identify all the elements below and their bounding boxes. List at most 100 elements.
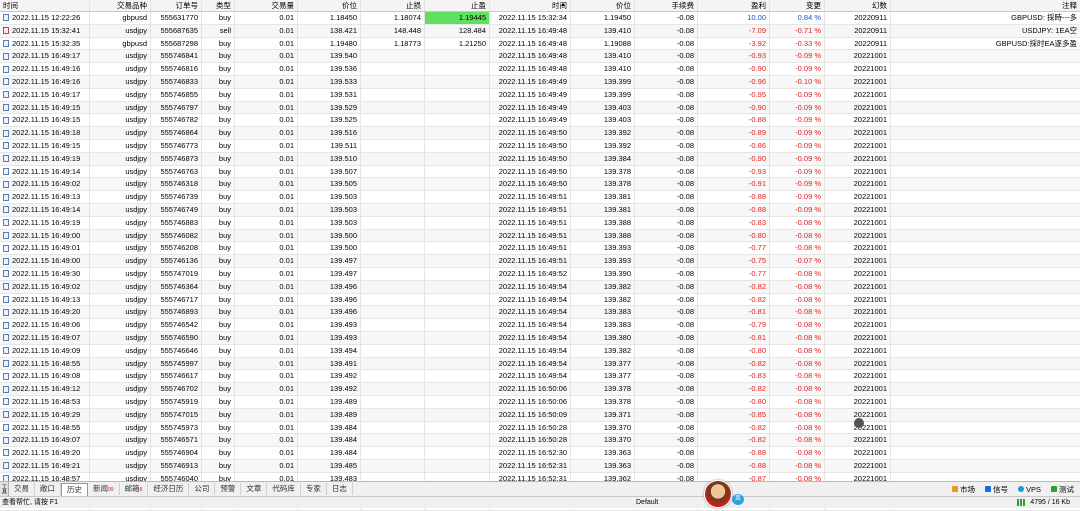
cell-profit: -0.90 bbox=[698, 101, 770, 114]
cell-type: buy bbox=[202, 383, 235, 395]
cell-profit: -3.92 bbox=[698, 37, 770, 50]
table-row[interactable]: 2022.11.15 16:49:12 usdjpy 555746702 buy 0.0… bbox=[0, 383, 1080, 396]
cell-order: 555746739 bbox=[151, 191, 202, 203]
header-sl[interactable]: 止损 bbox=[361, 0, 425, 11]
tab-label: 新闻 bbox=[93, 483, 108, 493]
tab-5[interactable]: 经济日历 bbox=[148, 482, 190, 495]
cell-commission: -0.08 bbox=[635, 75, 698, 88]
table-row[interactable]: 2022.11.15 16:49:18 usdjpy 555746864 buy 0.0… bbox=[0, 127, 1080, 140]
tab-11[interactable]: 日志 bbox=[327, 482, 353, 495]
table-row[interactable]: 2022.11.15 16:48:53 usdjpy 555745919 buy 0.0… bbox=[0, 395, 1080, 409]
header-close-price[interactable]: 价位 bbox=[571, 0, 635, 11]
status-profile[interactable]: Default bbox=[636, 497, 658, 508]
header-commission[interactable]: 手续费 bbox=[635, 0, 698, 11]
cell-comment bbox=[891, 89, 1080, 101]
table-row[interactable]: 2022.11.15 16:49:13 usdjpy 555746717 buy 0.0… bbox=[0, 293, 1080, 307]
cell-commission: -0.08 bbox=[635, 267, 698, 280]
tab-7[interactable]: 预警 bbox=[215, 482, 242, 495]
cell-magic: 20221001 bbox=[825, 370, 891, 383]
cell-comment bbox=[891, 358, 1080, 370]
table-row[interactable]: 2022.11.15 16:49:08 usdjpy 555746617 buy 0.0… bbox=[0, 370, 1080, 384]
cell-close-price: 139.378 bbox=[571, 383, 635, 395]
tab-6[interactable]: 公司 bbox=[189, 482, 216, 495]
table-row[interactable]: 2022.11.15 16:49:21 usdjpy 555746913 buy 0.0… bbox=[0, 459, 1080, 473]
table-row[interactable]: 2022.11.15 16:49:17 usdjpy 555746855 buy 0.0… bbox=[0, 88, 1080, 102]
vps-tab[interactable]: VPS bbox=[1017, 484, 1041, 495]
cell-type: buy bbox=[202, 75, 235, 88]
tab-1[interactable]: 敞口 bbox=[35, 482, 61, 495]
floating-button-icon[interactable] bbox=[854, 418, 864, 428]
buy-order-icon bbox=[3, 283, 9, 291]
market-tab[interactable]: 市场 bbox=[951, 484, 975, 495]
cell-price: 1.19480 bbox=[298, 37, 361, 50]
tab-9[interactable]: 代码库 bbox=[267, 482, 301, 495]
cell-sl bbox=[361, 101, 425, 114]
tab-8[interactable]: 文章 bbox=[241, 482, 268, 495]
table-row[interactable]: 2022.11.15 16:49:09 usdjpy 555746646 buy 0.0… bbox=[0, 344, 1080, 358]
table-row[interactable]: 2022.11.15 16:48:55 usdjpy 555745973 buy 0.0… bbox=[0, 421, 1080, 435]
cell-profit: -0.81 bbox=[698, 306, 770, 319]
header-time[interactable]: 时间 bbox=[0, 0, 90, 11]
sort-arrow-icon[interactable]: ▲ bbox=[560, 2, 566, 8]
header-magic[interactable]: 幻数 bbox=[825, 0, 891, 11]
header-profit[interactable]: 盈利 bbox=[698, 0, 770, 11]
table-row[interactable]: 2022.11.15 16:49:02 usdjpy 555746364 buy 0.0… bbox=[0, 280, 1080, 294]
cell-sl: 148.448 bbox=[361, 24, 425, 37]
table-row[interactable]: 2022.11.15 16:48:55 usdjpy 555745997 buy 0.0… bbox=[0, 357, 1080, 371]
table-row[interactable]: 2022.11.15 16:49:15 usdjpy 555746782 buy 0.0… bbox=[0, 114, 1080, 128]
cell-type: buy bbox=[202, 421, 235, 434]
table-row[interactable]: 2022.11.15 16:49:02 usdjpy 555746318 buy 0.0… bbox=[0, 178, 1080, 192]
header-price[interactable]: 价位 bbox=[298, 0, 361, 11]
table-row[interactable]: 2022.11.15 16:49:07 usdjpy 555746590 buy 0.0… bbox=[0, 331, 1080, 345]
table-row[interactable]: 2022.11.15 16:49:29 usdjpy 555747015 buy 0.0… bbox=[0, 408, 1080, 422]
header-symbol[interactable]: 交易品种 bbox=[90, 0, 151, 11]
cell-time-text: 2022.11.15 16:49:18 bbox=[12, 128, 81, 138]
vps-icon bbox=[1017, 486, 1024, 492]
avatar[interactable] bbox=[704, 480, 732, 508]
table-row[interactable]: 2022.11.15 16:49:14 usdjpy 555746763 buy 0.0… bbox=[0, 165, 1080, 179]
table-row[interactable]: 2022.11.15 12:22:26 gbpusd 555631770 buy 0.0… bbox=[0, 12, 1080, 25]
table-row[interactable]: 2022.11.15 16:49:06 usdjpy 555746542 buy 0.0… bbox=[0, 319, 1080, 332]
header-close-time[interactable]: 时间 bbox=[490, 0, 571, 11]
table-row[interactable]: 2022.11.15 16:49:01 usdjpy 555746208 buy 0.0… bbox=[0, 242, 1080, 256]
cell-commission: -0.08 bbox=[635, 24, 698, 37]
cell-order: 555747019 bbox=[151, 267, 202, 280]
tab-0[interactable]: 交易 bbox=[9, 482, 35, 495]
table-row[interactable]: 2022.11.15 15:32:35 gbpusd 555687298 buy 0.0… bbox=[0, 37, 1080, 51]
tester-tab[interactable]: 测试 bbox=[1051, 484, 1074, 495]
table-row[interactable]: 2022.11.15 16:49:19 usdjpy 555746883 buy 0.0… bbox=[0, 216, 1080, 230]
table-row[interactable]: 2022.11.15 16:49:19 usdjpy 555746873 buy 0.0… bbox=[0, 152, 1080, 166]
table-row[interactable]: 2022.11.15 16:49:14 usdjpy 555746749 buy 0.0… bbox=[0, 203, 1080, 217]
table-row[interactable]: 2022.11.15 16:49:17 usdjpy 555746841 buy 0.0… bbox=[0, 50, 1080, 64]
tab-3[interactable]: 新闻99 bbox=[88, 482, 120, 495]
header-order[interactable]: 订单号 bbox=[151, 0, 202, 11]
table-row[interactable]: 2022.11.15 16:49:15 usdjpy 555746797 buy 0.0… bbox=[0, 101, 1080, 115]
tab-4[interactable]: 邮箱8 bbox=[120, 482, 149, 495]
tab-10[interactable]: 专家 bbox=[301, 482, 327, 495]
cell-tp bbox=[425, 395, 490, 408]
cell-time-text: 2022.11.15 16:49:02 bbox=[12, 281, 81, 291]
table-row[interactable]: 2022.11.15 16:49:30 usdjpy 555747019 buy 0.0… bbox=[0, 267, 1080, 281]
header-change[interactable]: 变更 bbox=[770, 0, 825, 11]
tab-2[interactable]: 历史 bbox=[61, 482, 88, 496]
table-row[interactable]: 2022.11.15 16:49:00 usdjpy 555746082 buy 0.0… bbox=[0, 229, 1080, 243]
buy-order-icon bbox=[3, 449, 9, 457]
signals-tab[interactable]: 信号 bbox=[984, 484, 1008, 495]
table-row[interactable]: 2022.11.15 16:49:20 usdjpy 555746893 buy 0.0… bbox=[0, 306, 1080, 320]
table-row[interactable]: 2022.11.15 15:32:41 usdjpy 555687635 sell 0.… bbox=[0, 24, 1080, 38]
table-row[interactable]: 2022.11.15 16:49:20 usdjpy 555746904 buy 0.0… bbox=[0, 447, 1080, 460]
header-comment[interactable]: 注释 bbox=[891, 0, 1080, 11]
table-row[interactable]: 2022.11.15 16:49:16 usdjpy 555746816 buy 0.0… bbox=[0, 63, 1080, 76]
table-row[interactable]: 2022.11.15 16:49:16 usdjpy 555746833 buy 0.0… bbox=[0, 75, 1080, 89]
table-row[interactable]: 2022.11.15 16:49:07 usdjpy 555746571 buy 0.0… bbox=[0, 434, 1080, 448]
header-tp[interactable]: 止盈 bbox=[425, 0, 490, 11]
table-row[interactable]: 2022.11.15 16:49:15 usdjpy 555746773 buy 0.0… bbox=[0, 139, 1080, 153]
header-type[interactable]: 类型 bbox=[202, 0, 235, 11]
table-row[interactable]: 2022.11.15 16:49:00 usdjpy 555746136 buy 0.0… bbox=[0, 255, 1080, 268]
cell-price: 139.529 bbox=[298, 101, 361, 114]
header-volume[interactable]: 交易量 bbox=[235, 0, 298, 11]
table-row[interactable]: 2022.11.15 16:49:13 usdjpy 555746739 buy 0.0… bbox=[0, 191, 1080, 204]
cell-type: buy bbox=[202, 459, 235, 472]
cell-magic: 20221001 bbox=[825, 63, 891, 75]
cell-comment bbox=[891, 409, 1080, 421]
